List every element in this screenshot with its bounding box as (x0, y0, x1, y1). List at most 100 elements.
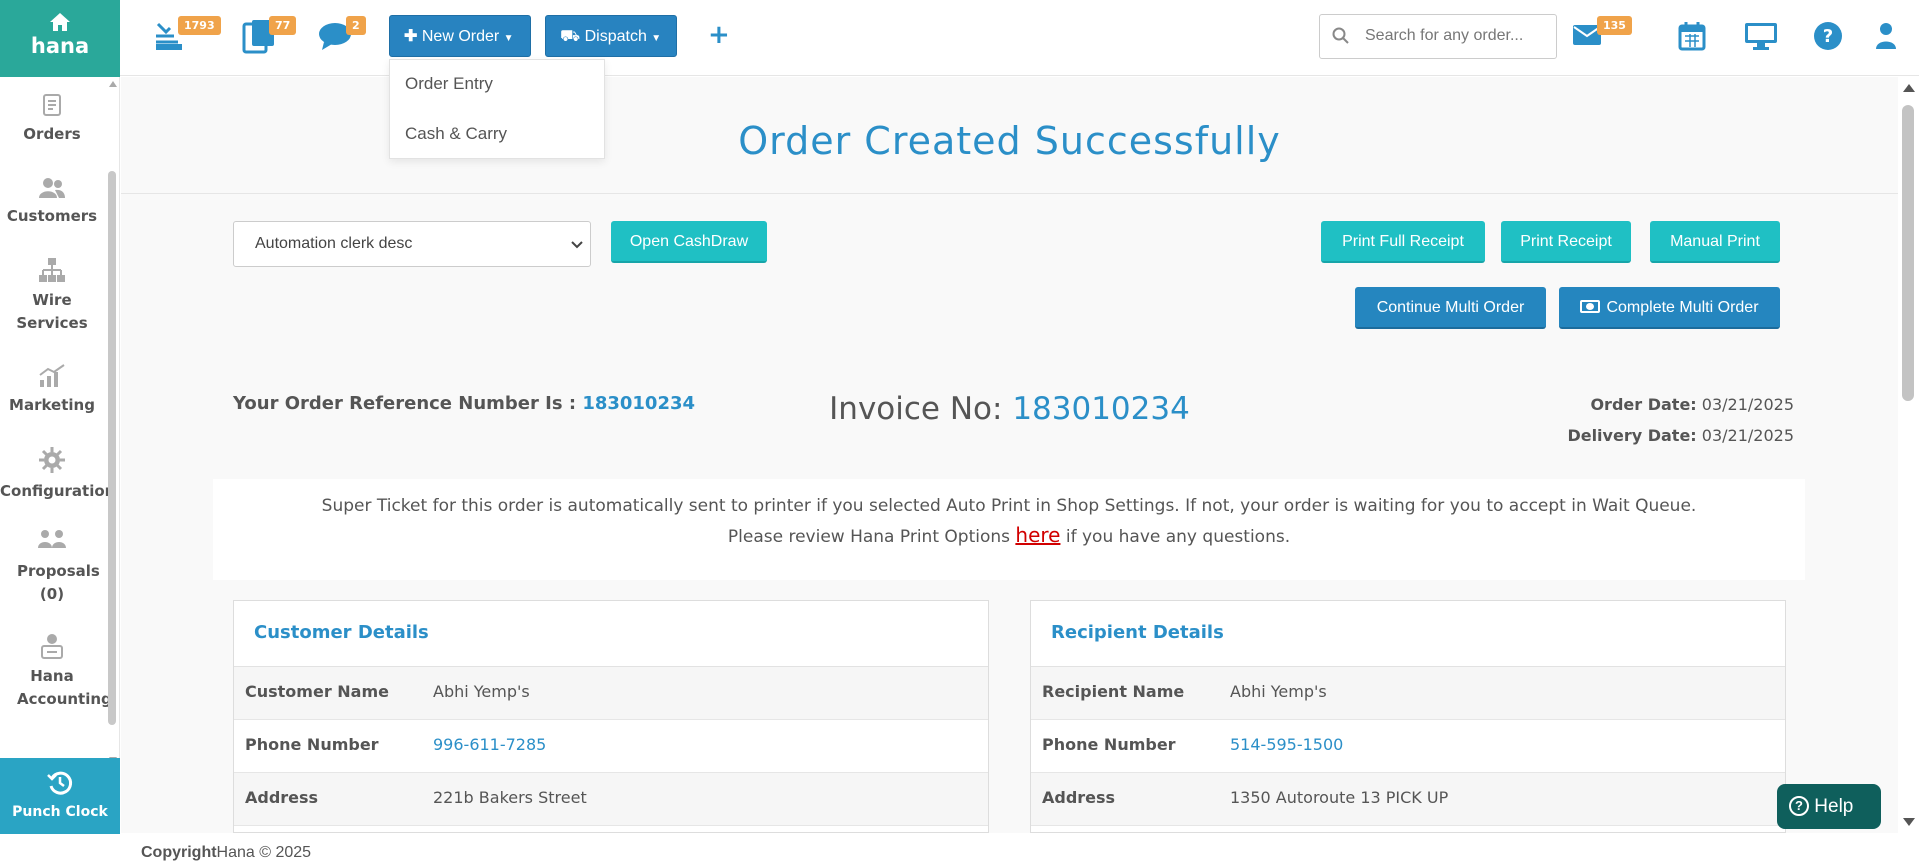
network-icon (39, 258, 65, 282)
top-bar: hana 1793 77 2 ✚ New Order ▼ ⛟ Dispatch … (0, 0, 1919, 77)
sidebar-item-label: Customers (6, 207, 98, 225)
accounting-icon (41, 634, 63, 659)
messages-count-badge: 2 (346, 16, 366, 35)
invoice-label: Invoice No: (829, 391, 1003, 427)
table-row: Customer Name Abhi Yemp's (234, 667, 988, 720)
clock-icon (47, 771, 73, 795)
customer-details-title: Customer Details (234, 601, 988, 667)
notice-line-1: Super Ticket for this order is automatic… (321, 496, 1697, 516)
help-floating-button[interactable]: ? Help (1777, 784, 1881, 829)
page-scrollbar-thumb[interactable] (1902, 105, 1914, 401)
sidebar-item-hana-accounting[interactable]: Hana Accounting (0, 633, 112, 711)
customer-phone-label: Phone Number (245, 735, 379, 754)
recipient-name-value: Abhi Yemp's (1230, 682, 1327, 701)
scroll-up-arrow-icon[interactable] (109, 81, 117, 87)
new-order-dropdown-menu: Order Entry Cash & Carry (389, 59, 605, 159)
delivery-date-label: Delivery Date: (1567, 426, 1697, 445)
order-date-line: Order Date: 03/21/2025 (1567, 389, 1794, 420)
caret-down-icon: ▼ (503, 33, 514, 44)
user-icon[interactable] (1875, 22, 1915, 62)
delivery-date-line: Delivery Date: 03/21/2025 (1567, 420, 1794, 451)
home-icon (50, 13, 70, 31)
caret-down-icon: ▼ (651, 33, 662, 44)
page-scroll-up-icon[interactable] (1903, 84, 1915, 92)
new-order-button[interactable]: ✚ New Order ▼ (389, 15, 531, 57)
dispatch-button[interactable]: ⛟ Dispatch ▼ (545, 15, 677, 57)
home-logo[interactable]: hana (0, 0, 120, 77)
copyright-text: Hana © 2025 (216, 844, 312, 861)
search-box[interactable]: Search for any order... (1319, 14, 1557, 59)
invoice-number: 183010234 (1012, 391, 1190, 427)
recipient-details-rows: Recipient Name Abhi Yemp's Phone Number … (1031, 667, 1785, 826)
sidebar-item-label: Wire Services (16, 291, 88, 332)
order-dates: Order Date: 03/21/2025 Delivery Date: 03… (1567, 389, 1794, 451)
sidebar-item-marketing[interactable]: Marketing (0, 364, 104, 417)
notice-line-2: Please review Hana Print Options here if… (213, 521, 1805, 552)
truck-icon: ⛟ (560, 28, 581, 45)
print-full-receipt-button[interactable]: Print Full Receipt (1321, 221, 1485, 263)
open-cashdraw-button[interactable]: Open CashDraw (611, 221, 767, 263)
manual-print-button[interactable]: Manual Print (1650, 221, 1780, 263)
table-row: Address 1350 Autoroute 13 PICK UP (1031, 773, 1785, 826)
customer-name-value: Abhi Yemp's (433, 682, 530, 701)
print-notice: Super Ticket for this order is automatic… (213, 479, 1805, 580)
svg-text:?: ? (1823, 26, 1833, 47)
recipient-phone-label: Phone Number (1042, 735, 1176, 754)
order-date-value: 03/21/2025 (1701, 395, 1794, 414)
proposals-icon (38, 530, 66, 548)
recipient-details-title: Recipient Details (1031, 601, 1785, 667)
customer-details-rows: Customer Name Abhi Yemp's Phone Number 9… (234, 667, 988, 826)
menu-item-order-entry[interactable]: Order Entry (405, 74, 493, 94)
search-icon (1332, 27, 1349, 44)
footer: CopyrightHana © 2025 (121, 834, 1919, 868)
sidebar-item-label: Hana Accounting (17, 667, 112, 708)
add-plus-icon[interactable]: + (708, 20, 730, 50)
customer-phone-link[interactable]: 996-611-7285 (433, 735, 546, 754)
main-content: Order Created Successfully Automation cl… (121, 77, 1898, 833)
print-receipt-button[interactable]: Print Receipt (1501, 221, 1631, 263)
mail-count-badge: 135 (1597, 16, 1632, 35)
sidebar-item-label: Marketing (9, 396, 95, 414)
sidebar-item-proposals[interactable]: Proposals (0) (0, 528, 104, 606)
new-order-label: New Order (421, 28, 500, 45)
title-band: Order Created Successfully (121, 77, 1898, 194)
continue-multi-order-button[interactable]: Continue Multi Order (1355, 287, 1546, 329)
order-date-label: Order Date: (1590, 395, 1697, 414)
punch-clock-button[interactable]: Punch Clock (0, 758, 120, 834)
sidebar-item-configuration[interactable]: Configuration (0, 446, 116, 503)
help-circle-icon: ? (1789, 796, 1809, 816)
clerk-select-value: Automation clerk desc (255, 235, 413, 252)
customer-address-label: Address (245, 788, 319, 807)
recipient-phone-link[interactable]: 514-595-1500 (1230, 735, 1343, 754)
monitor-icon[interactable] (1744, 22, 1784, 62)
recipient-details-card: Recipient Details Recipient Name Abhi Ye… (1030, 600, 1786, 833)
page-scroll-down-icon[interactable] (1903, 818, 1915, 826)
footer-copyright: CopyrightHana © 2025 (141, 844, 311, 862)
complete-multi-order-button[interactable]: Complete Multi Order (1559, 287, 1780, 329)
table-row: Phone Number 514-595-1500 (1031, 720, 1785, 773)
search-input[interactable]: Search for any order... (1365, 27, 1523, 45)
page-title: Order Created Successfully (738, 119, 1281, 163)
customers-icon (39, 178, 65, 198)
sidebar-item-label: Orders (23, 125, 81, 143)
delivery-date-value: 03/21/2025 (1701, 426, 1794, 445)
sidebar-item-label: Proposals (0) (17, 562, 100, 603)
help-label: Help (1814, 796, 1854, 817)
chevron-down-icon (571, 241, 583, 249)
sidebar-item-wire-services[interactable]: Wire Services (0, 257, 104, 335)
sidebar-item-label: Configuration (0, 482, 116, 500)
calendar-icon[interactable] (1678, 21, 1718, 61)
here-link[interactable]: here (1015, 523, 1060, 547)
gear-icon (39, 447, 65, 473)
brand-name: hana (30, 34, 90, 58)
menu-item-cash-and-carry[interactable]: Cash & Carry (405, 124, 507, 144)
recipient-address-label: Address (1042, 788, 1116, 807)
sidebar-scrollbar[interactable] (108, 171, 116, 725)
documents-count-badge: 77 (269, 16, 297, 35)
clerk-select[interactable]: Automation clerk desc (233, 221, 591, 267)
sidebar-item-orders[interactable]: Orders (0, 93, 104, 146)
table-row: Recipient Name Abhi Yemp's (1031, 667, 1785, 720)
help-question-icon[interactable]: ? (1813, 21, 1853, 61)
table-row: Address 221b Bakers Street (234, 773, 988, 826)
sidebar-item-customers[interactable]: Customers (0, 177, 104, 228)
